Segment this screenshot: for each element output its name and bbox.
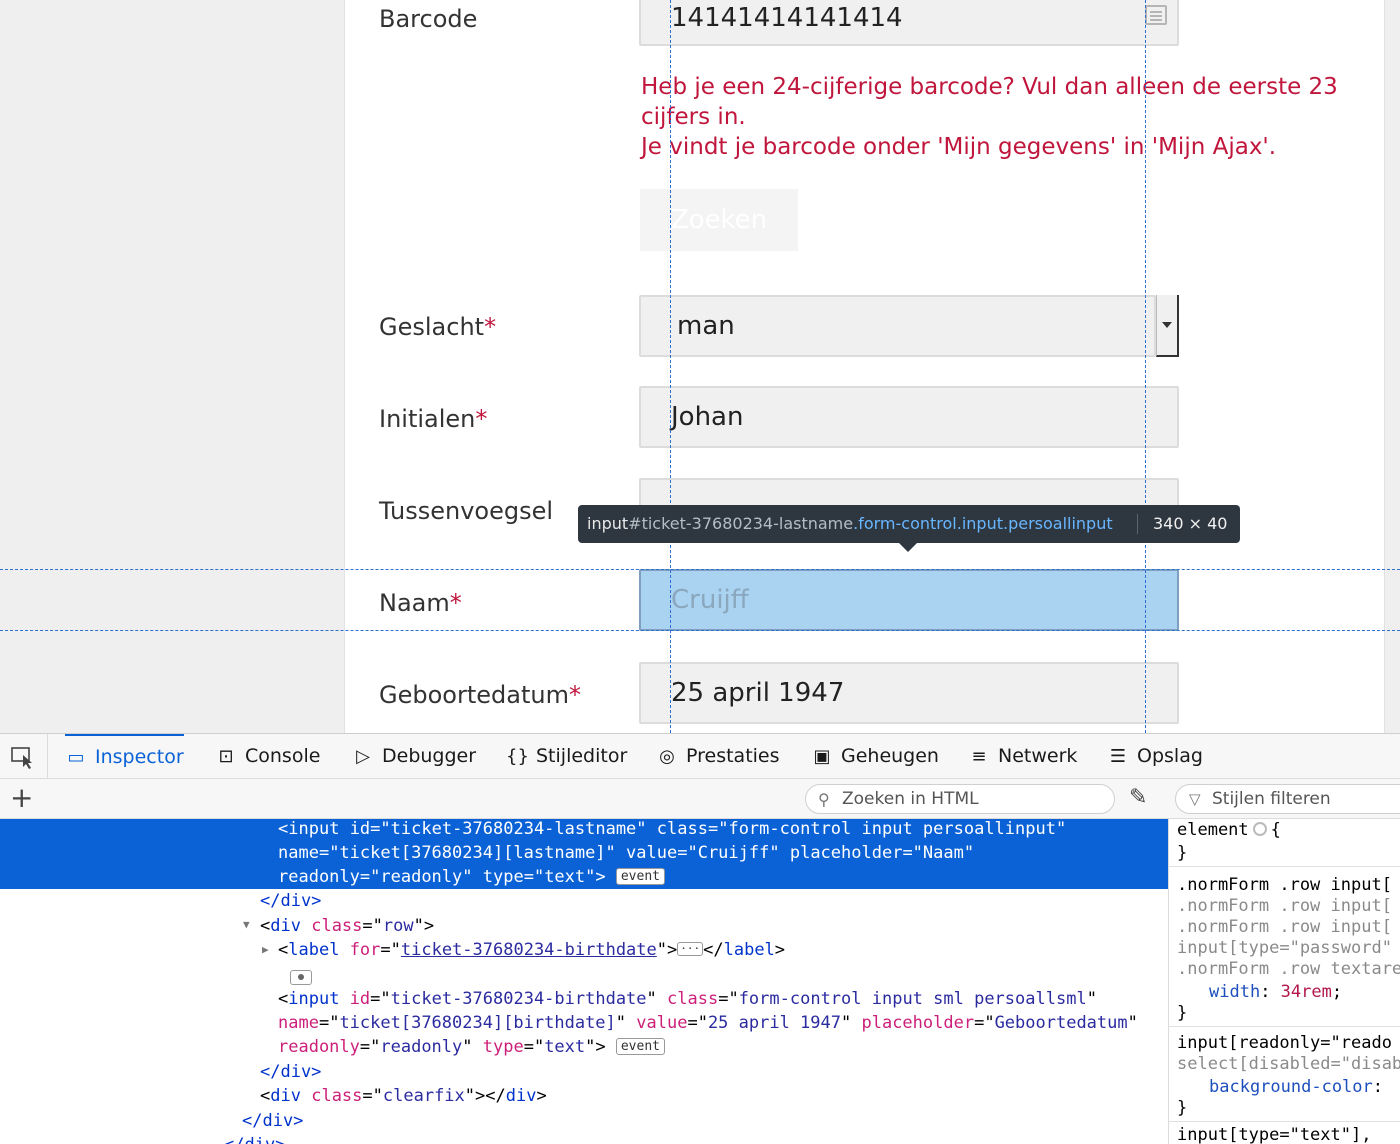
markup-line[interactable]: <input id="ticket-37680234-birthdate" cl…: [278, 987, 1097, 1011]
rule-declaration[interactable]: width: 34rem;: [1209, 982, 1342, 1003]
event-badge[interactable]: event: [615, 868, 665, 885]
expand-triangle-icon[interactable]: ▼: [243, 918, 250, 931]
eyedropper-icon[interactable]: ✎: [1129, 785, 1147, 810]
chevron-down-icon: [1162, 322, 1172, 328]
markup-line: readonly="readonly" type="text"> event: [278, 1035, 665, 1059]
inspector-toolbar: + ⚲ Zoeken in HTML ✎ ▽ Stijlen filteren: [0, 779, 1400, 819]
guide-line-left: [670, 0, 671, 733]
rule-brace: }: [1177, 1098, 1188, 1118]
infobar-arrow: [898, 542, 918, 552]
infix-label: Tussenvoegsel: [379, 497, 554, 525]
guide-line-top: [0, 569, 1400, 570]
rule-declaration[interactable]: background-color:: [1209, 1077, 1393, 1098]
guide-line-right: [1145, 0, 1146, 733]
tab-storage[interactable]: ☰ Opslag: [1107, 734, 1203, 779]
devtools-tabbar: ▭ Inspector ⊡ Console ▷ Debugger {} Stijledi…: [0, 734, 1400, 779]
collapse-triangle-icon[interactable]: ▶: [262, 943, 269, 956]
rules-view: element{ } .normForm .row input[ .normFo…: [1169, 819, 1400, 1144]
barcode-label: Barcode: [379, 5, 478, 33]
markup-line: name="ticket[37680234][birthdate]" value…: [278, 1013, 1138, 1033]
infobar-classes: .form-control.input.persoallinput: [853, 514, 1113, 533]
rule-selector: input[readonly="reado: [1177, 1033, 1392, 1053]
tab-performance[interactable]: ◎ Prestaties: [656, 734, 779, 779]
ellipsis-badge[interactable]: ···: [677, 942, 704, 956]
tab-inspector[interactable]: ▭ Inspector: [65, 734, 184, 779]
tab-debugger[interactable]: ▷ Debugger: [352, 734, 476, 779]
rule-selector: .normForm .row input[: [1177, 917, 1392, 937]
markup-line: </div>: [242, 1111, 304, 1131]
infobar-id: #ticket-37680234-lastname: [628, 514, 854, 533]
tab-memory[interactable]: ▣ Geheugen: [811, 734, 939, 779]
rule-selector: .normForm .row input[: [1177, 896, 1392, 916]
barcode-input[interactable]: 14141414141414: [639, 0, 1179, 46]
rule-selector: .normForm .row textare: [1177, 959, 1400, 979]
tab-console[interactable]: ⊡ Console: [215, 734, 320, 779]
infobar-dimensions: 340 × 40: [1153, 514, 1228, 533]
gender-label: Geslacht*: [379, 313, 497, 341]
markup-line[interactable]: <div class="row">: [260, 914, 434, 938]
birthdate-label: Geboortedatum*: [379, 681, 581, 709]
rule-selector: input[type="text"],: [1177, 1125, 1372, 1144]
barcode-help-text: Heb je een 24-cijferige barcode? Vul dan…: [641, 72, 1361, 162]
rule-selector: input[type="password": [1177, 938, 1392, 958]
event-badge[interactable]: event: [615, 1038, 665, 1055]
network-icon: ≡: [971, 746, 987, 767]
storage-icon: ☰: [1109, 746, 1127, 767]
markup-line[interactable]: <label for="ticket-37680234-birthdate"> ·…: [278, 938, 785, 962]
tab-network[interactable]: ≡ Netwerk: [968, 734, 1077, 779]
element-picker-button[interactable]: [0, 734, 48, 779]
lastname-label: Naam*: [379, 589, 462, 617]
devtools-panel: ▭ Inspector ⊡ Console ▷ Debugger {} Stijledi…: [0, 733, 1400, 1144]
rule-selector: select[disabled="disab: [1177, 1054, 1400, 1074]
memory-icon: ▣: [813, 746, 831, 767]
select-dropdown-arrow[interactable]: [1156, 295, 1179, 357]
initials-label: Initialen*: [379, 405, 488, 433]
performance-icon: ◎: [659, 746, 675, 767]
guide-line-bottom: [0, 630, 1400, 631]
style-filter-input[interactable]: ▽ Stijlen filteren: [1175, 784, 1400, 814]
element-picker-icon: [11, 747, 32, 769]
markup-view: <input id="ticket-37680234-lastname" cla…: [0, 819, 1168, 1144]
add-node-icon[interactable]: +: [10, 783, 33, 813]
html-search-placeholder: Zoeken in HTML: [842, 789, 979, 809]
markup-line: <input id="ticket-37680234-lastname" cla…: [278, 819, 1067, 839]
birthdate-input[interactable]: 25 april 1947: [639, 662, 1179, 724]
markup-line: </div>: [260, 891, 322, 911]
search-button[interactable]: Zoeken: [640, 189, 798, 251]
html-search-input[interactable]: ⚲ Zoeken in HTML: [805, 784, 1115, 814]
filter-icon: ▽: [1189, 790, 1201, 808]
search-icon: ⚲: [818, 790, 830, 809]
lastname-input[interactable]: Cruijff: [639, 569, 1179, 631]
rule-separator: [1169, 866, 1400, 867]
inspector-icon: ▭: [67, 747, 85, 768]
tab-style-editor[interactable]: {} Stijleditor: [506, 734, 627, 779]
console-icon: ⊡: [218, 746, 234, 767]
debugger-icon: ▷: [356, 746, 370, 767]
markup-line[interactable]: <div class="clearfix"></div>: [260, 1084, 547, 1108]
style-filter-placeholder: Stijlen filteren: [1212, 789, 1331, 809]
gender-select[interactable]: man: [639, 295, 1156, 357]
rule-brace: }: [1177, 1003, 1188, 1023]
style-editor-icon: {}: [506, 746, 529, 767]
barcode-scan-icon[interactable]: [1145, 5, 1167, 25]
infobar-separator: [1137, 514, 1138, 534]
highlighter-infobar: input#ticket-37680234-lastname.form-cont…: [578, 505, 1240, 543]
gear-icon[interactable]: [1252, 822, 1267, 836]
markup-line: </div>: [260, 1062, 322, 1082]
initials-input[interactable]: Johan: [639, 386, 1179, 448]
markup-line: name="ticket[37680234][lastname]" value=…: [278, 843, 975, 863]
rule-separator: [1169, 1026, 1400, 1027]
page-viewport: Barcode 14141414141414 Heb je een 24-cij…: [0, 0, 1400, 733]
barcode-help-line1: Heb je een 24-cijferige barcode? Vul dan…: [641, 74, 1338, 130]
selected-node[interactable]: <input id="ticket-37680234-lastname" cla…: [0, 819, 1168, 889]
rule-selector: element{: [1177, 820, 1281, 840]
rule-selector: .normForm .row input[: [1177, 875, 1392, 895]
markup-line: </div>: [224, 1133, 285, 1144]
markup-line: readonly="readonly" type="text"> event: [278, 865, 665, 889]
rule-brace: }: [1177, 843, 1188, 863]
flex-badge-icon[interactable]: [290, 970, 312, 985]
rule-separator: [1169, 1121, 1400, 1122]
infobar-tag: input: [587, 514, 629, 533]
barcode-help-line2: Je vindt je barcode onder 'Mijn gegevens…: [641, 134, 1277, 160]
